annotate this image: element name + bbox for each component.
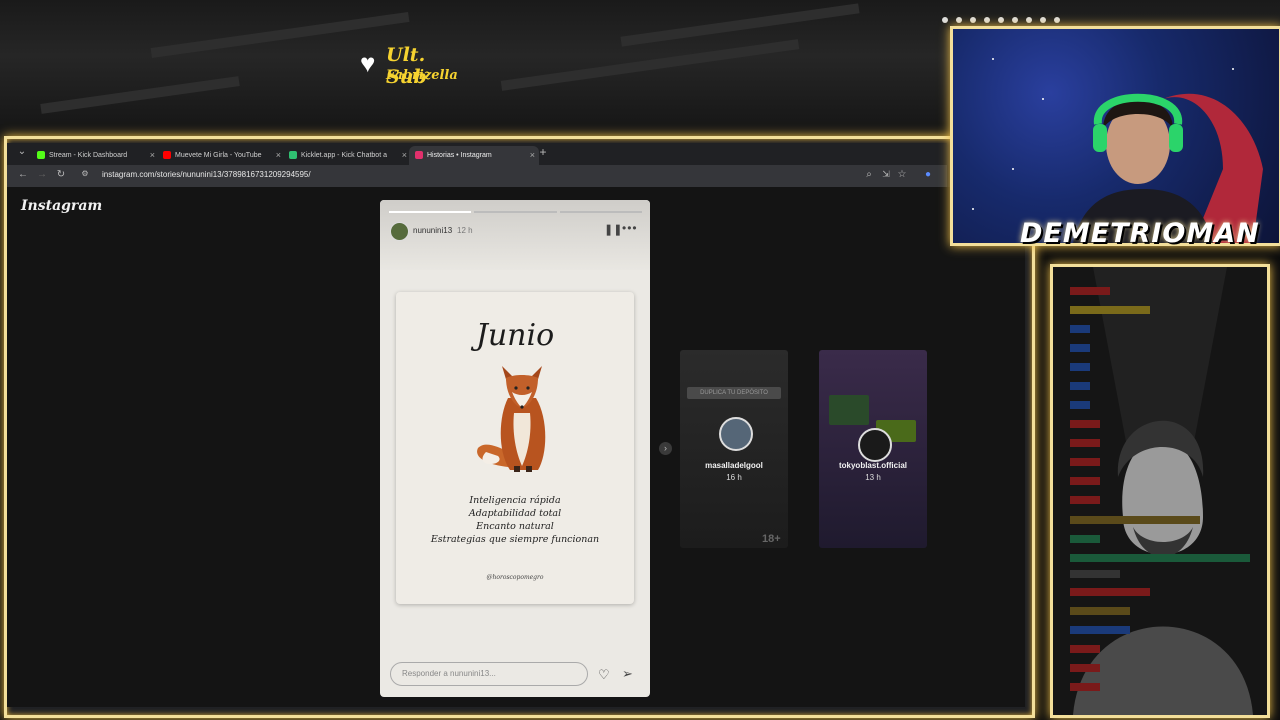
forward-icon[interactable]: → — [35, 169, 49, 180]
chat-message — [1070, 516, 1200, 524]
close-tab-icon[interactable]: × — [276, 146, 281, 165]
chat-message — [1070, 344, 1090, 352]
chat-message — [1070, 306, 1150, 314]
story-progress-bar — [389, 211, 471, 213]
heart-icon: ♥ — [360, 48, 376, 78]
tab-label: Kicklet.app - Kick Chatbot a — [301, 152, 387, 159]
streamer-silhouette — [972, 58, 1263, 243]
chat-message — [1070, 401, 1090, 409]
tab-instagram[interactable]: Historias • Instagram × — [409, 146, 539, 165]
story-card: Junio Inteligencia rápida Adaptabilidad … — [396, 292, 634, 604]
close-tab-icon[interactable]: × — [402, 146, 407, 165]
kick-icon — [37, 151, 45, 160]
story-progress-fill — [389, 211, 471, 213]
story-username[interactable]: nununini13 — [413, 226, 452, 235]
url-field[interactable]: instagram.com/stories/nununini13/3789816… — [102, 170, 311, 179]
chat-message — [1070, 363, 1090, 371]
webcam-frame-dots — [942, 10, 1082, 23]
story-progress-bar — [474, 211, 557, 213]
trait-line: Adaptabilidad total — [468, 508, 562, 519]
extension-icon[interactable]: ● — [921, 169, 935, 180]
chat-message — [1070, 496, 1100, 504]
chat-message — [1070, 325, 1090, 333]
chat-message — [1070, 287, 1110, 295]
preview-time: 13 h — [865, 473, 881, 482]
age-badge: 18+ — [762, 533, 781, 545]
chat-message — [1070, 477, 1100, 485]
preview-graphic — [829, 395, 869, 425]
install-icon[interactable]: ⇲ — [879, 169, 893, 180]
story-preview-tokyoblast[interactable]: tokyoblast.official 13 h — [819, 350, 927, 548]
chat-message — [1070, 607, 1130, 615]
chat-message — [1070, 420, 1100, 428]
reload-icon[interactable]: ↻ — [54, 169, 68, 180]
like-heart-icon[interactable]: ♡ — [598, 667, 610, 683]
chat-message — [1070, 382, 1090, 390]
traits-list: Inteligencia rápida Adaptabilidad total … — [396, 494, 634, 546]
tab-label: Historias • Instagram — [427, 152, 492, 159]
chat-message — [1070, 683, 1100, 691]
avatar — [858, 428, 892, 462]
reply-input[interactable]: Responder a nununini13... — [390, 662, 588, 686]
avatar — [719, 417, 753, 451]
youtube-icon — [163, 151, 171, 160]
chat-message — [1070, 570, 1120, 578]
bookmark-star-icon[interactable]: ☆ — [895, 169, 909, 180]
preview-username: masalladelgool — [705, 461, 763, 470]
chat-message — [1070, 439, 1100, 447]
chat-message — [1070, 588, 1150, 596]
card-title: Junio — [475, 318, 555, 353]
close-tab-icon[interactable]: × — [150, 146, 155, 165]
site-info-icon[interactable]: ⚙ — [78, 169, 92, 178]
new-tab-button[interactable]: + — [536, 145, 550, 159]
tab-kicklet[interactable]: Kicklet.app - Kick Chatbot a × — [283, 146, 411, 165]
fox-illustration — [477, 366, 546, 472]
card-handle: @horoscopomegro — [486, 574, 544, 581]
zoom-icon[interactable]: ⌕ — [862, 169, 876, 180]
tab-kick-dashboard[interactable]: Stream - Kick Dashboard × — [31, 146, 159, 165]
story-progress-bar — [560, 211, 642, 213]
tab-bar: ⌄ Stream - Kick Dashboard × Muevete Mi G… — [7, 143, 947, 165]
pause-icon[interactable]: ❚❚ — [604, 223, 622, 236]
more-options-icon[interactable]: ••• — [622, 221, 638, 235]
streamer-name: DEMETRIOMAN — [1020, 218, 1260, 249]
instagram-icon — [415, 151, 423, 160]
webcam-feed — [950, 26, 1280, 246]
chat-message — [1070, 535, 1100, 543]
chat-message — [1070, 626, 1130, 634]
trait-line: Inteligencia rápida — [469, 495, 561, 506]
story-time: 12 h — [457, 226, 473, 235]
next-story-chevron-icon[interactable]: › — [659, 442, 672, 455]
last-sub-overlay: ♥ Ult. Sub Fabrizella — [358, 42, 468, 90]
tab-label: Stream - Kick Dashboard — [49, 152, 128, 159]
instagram-logo[interactable]: Instagram — [21, 198, 102, 214]
preview-banner: DUPLICA TU DEPÓSITO — [687, 387, 781, 399]
last-sub-name: Fabrizella — [386, 68, 458, 83]
trait-line: Estrategias que siempre funcionan — [430, 534, 600, 545]
address-bar: ← → ↻ ⚙ instagram.com/stories/nununini13… — [7, 165, 947, 187]
tab-youtube[interactable]: Muevete Mi Girla - YouTube × — [157, 146, 285, 165]
trait-line: Encanto natural — [476, 521, 554, 532]
preview-username: tokyoblast.official — [838, 461, 907, 470]
send-icon[interactable]: ➢ — [622, 666, 633, 682]
preview-time: 16 h — [726, 473, 742, 482]
avatar[interactable] — [390, 222, 409, 241]
tab-label: Muevete Mi Girla - YouTube — [175, 152, 262, 159]
chat-message — [1070, 664, 1100, 672]
close-tab-icon[interactable]: × — [530, 146, 535, 165]
chat-message — [1070, 554, 1250, 562]
chat-message — [1070, 645, 1100, 653]
story-preview-masalladelgool[interactable]: DUPLICA TU DEPÓSITO masalladelgool 16 h … — [680, 350, 788, 548]
chat-message — [1070, 458, 1100, 466]
back-icon[interactable]: ← — [16, 169, 30, 180]
kicklet-icon — [289, 151, 297, 160]
tab-list-chevron-icon[interactable]: ⌄ — [15, 146, 29, 157]
